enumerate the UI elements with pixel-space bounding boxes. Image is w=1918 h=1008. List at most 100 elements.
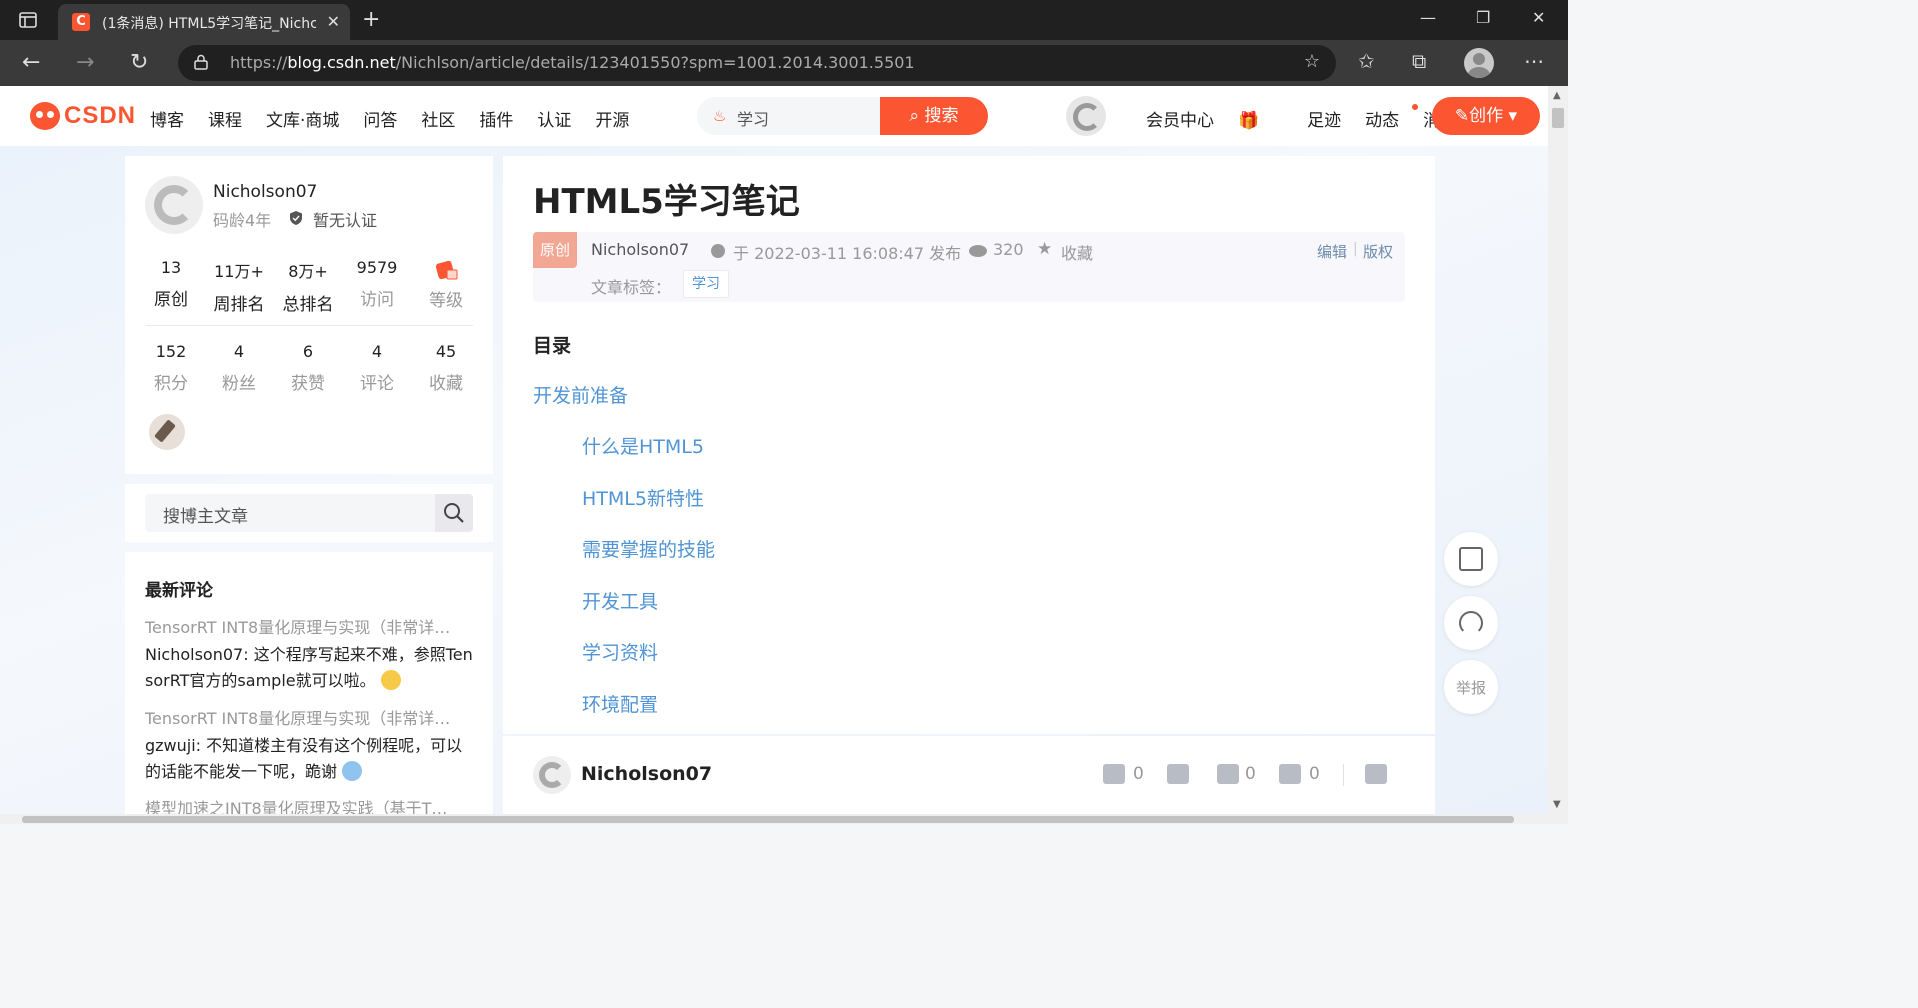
member-center-link[interactable]: 会员中心 🎁 — [1146, 106, 1283, 131]
comment-source-link[interactable]: 模型加速之INT8量化原理及实践（基于T… — [145, 795, 475, 814]
comment-source-link[interactable]: TensorRT INT8量化原理与实现（非常详… — [145, 705, 475, 729]
activity-link[interactable]: 动态 — [1365, 106, 1399, 131]
customer-service-button[interactable] — [1444, 596, 1498, 650]
stat-total-rank[interactable]: 8万+ 总排名 — [273, 258, 343, 315]
author-name[interactable]: Nicholson07 — [213, 182, 317, 202]
pen-icon: ✎ — [1454, 106, 1470, 126]
collections-icon[interactable]: ⧉ — [1412, 49, 1426, 73]
stat-label: 周排名 — [213, 295, 265, 315]
copyright-link[interactable]: 版权 — [1363, 241, 1393, 262]
profile-card: Nicholson07 码龄4年 暂无认证 13 原创 11万+ 周排名 8万+ 总排… — [125, 156, 493, 474]
url-input[interactable]: https://blog.csdn.net/Nichlson/article/d… — [178, 45, 1336, 81]
nav-item-blog[interactable]: 博客 — [150, 106, 184, 131]
stat-value: 9579 — [356, 258, 398, 277]
star-icon[interactable]: ★ — [1037, 239, 1052, 259]
level-icon — [435, 260, 458, 280]
lock-icon[interactable] — [194, 54, 208, 70]
edit-link[interactable]: 编辑 — [1317, 241, 1347, 262]
window-close-icon[interactable]: ✕ — [1532, 8, 1545, 27]
meta-author-link[interactable]: Nicholson07 — [591, 240, 689, 259]
browser-tab-bar: C (1条消息) HTML5学习笔记_Nichc ✕ + — ❐ ✕ — [0, 0, 1568, 40]
pen-badge-icon[interactable] — [149, 414, 185, 450]
plus-icon[interactable]: + — [362, 7, 380, 32]
author-avatar[interactable] — [145, 176, 203, 234]
toc-link[interactable]: HTML5新特性 — [582, 484, 704, 511]
profile-icon[interactable] — [1464, 48, 1494, 78]
search-button[interactable]: ⌕ 搜索 — [880, 97, 988, 135]
close-icon[interactable]: ✕ — [327, 12, 340, 31]
shield-icon — [290, 211, 302, 225]
horizontal-scrollbar[interactable] — [0, 814, 1548, 824]
write-note-button[interactable] — [1444, 532, 1498, 586]
site-header: CSDN 博客 课程 文库·商城 问答 社区 插件 认证 开源 ♨ 学习 ⌕ 搜… — [0, 86, 1548, 146]
blog-search-input[interactable]: 搜博主文章 — [145, 494, 435, 532]
stat-original[interactable]: 13 原创 — [136, 258, 206, 310]
toolbar-author-name[interactable]: Nicholson07 — [581, 763, 712, 785]
stat-label: 访问 — [360, 290, 394, 310]
avatar[interactable] — [533, 756, 571, 794]
toc-link[interactable]: 学习资料 — [582, 638, 658, 665]
thumbs-down-icon[interactable] — [1167, 764, 1189, 784]
like-count: 0 — [1133, 764, 1144, 784]
back-icon[interactable]: ← — [22, 50, 40, 75]
report-label: 举报 — [1455, 679, 1486, 697]
list-item: TensorRT INT8量化原理与实现（非常详… gzwuji: 不知道楼主有… — [145, 705, 475, 785]
vertical-scrollbar[interactable]: ▲ ▼ — [1548, 86, 1568, 824]
nav-item-certification[interactable]: 认证 — [537, 106, 571, 131]
refresh-icon[interactable]: ↻ — [130, 50, 148, 75]
toc-link[interactable]: 什么是HTML5 — [582, 432, 704, 459]
mascot-icon — [30, 102, 60, 130]
nav-item-library[interactable]: 文库·商城 — [266, 106, 339, 131]
nav-item-courses[interactable]: 课程 — [208, 106, 242, 131]
minimize-icon[interactable]: — — [1420, 8, 1436, 27]
stat-visits[interactable]: 9579 访问 — [342, 258, 412, 310]
stat-label: 等级 — [429, 291, 463, 311]
create-button[interactable]: ✎创作 ▾ — [1432, 97, 1540, 135]
stat-points[interactable]: 152 积分 — [136, 342, 206, 394]
toc-link[interactable]: 需要掌握的技能 — [582, 535, 715, 562]
article-tag[interactable]: 学习 — [683, 270, 729, 298]
stat-comments[interactable]: 4 评论 — [342, 342, 412, 394]
author-toolbar: Nicholson07 0 0 0 — [503, 736, 1435, 814]
csdn-favicon-icon: C — [72, 13, 90, 31]
favorite-count: 0 — [1309, 764, 1320, 784]
avatar[interactable] — [1066, 96, 1106, 136]
scroll-thumb[interactable] — [1552, 108, 1564, 128]
forward-icon[interactable]: → — [76, 50, 94, 75]
blog-search-button[interactable] — [435, 494, 473, 532]
share-icon[interactable] — [1365, 764, 1387, 784]
toc-link[interactable]: 开发工具 — [582, 587, 658, 614]
nav-item-opensource[interactable]: 开源 — [595, 106, 629, 131]
tags-label: 文章标签： — [591, 278, 672, 297]
favorite-link[interactable]: 收藏 — [1061, 240, 1093, 264]
stat-week-rank[interactable]: 11万+ 周排名 — [204, 258, 274, 315]
footprint-link[interactable]: 足迹 — [1307, 106, 1341, 131]
stat-level[interactable]: 等级 — [411, 258, 481, 311]
toc-link[interactable]: 环境配置 — [582, 690, 658, 717]
scroll-thumb[interactable] — [22, 816, 1514, 823]
comment-source-link[interactable]: TensorRT INT8量化原理与实现（非常详… — [145, 614, 475, 638]
nav-item-qa[interactable]: 问答 — [363, 106, 397, 131]
more-icon[interactable]: ⋯ — [1524, 49, 1544, 73]
report-button[interactable]: 举报 — [1444, 660, 1498, 714]
search-icon: ⌕ — [909, 106, 920, 126]
stat-likes[interactable]: 6 获赞 — [273, 342, 343, 394]
star-add-icon[interactable]: ☆ — [1304, 51, 1320, 72]
star-icon[interactable] — [1279, 764, 1301, 784]
scroll-down-icon[interactable]: ▼ — [1553, 799, 1561, 810]
search-input[interactable]: ♨ 学习 — [697, 97, 883, 135]
toc-link[interactable]: 开发前准备 — [533, 381, 628, 408]
search-button-label: 搜索 — [924, 106, 959, 126]
stat-fans[interactable]: 4 粉丝 — [204, 342, 274, 394]
nav-item-plugins[interactable]: 插件 — [479, 106, 513, 131]
restore-icon[interactable]: ❐ — [1476, 8, 1490, 27]
thumbs-up-icon[interactable] — [1103, 764, 1125, 784]
favorites-icon[interactable]: ✩ — [1358, 49, 1375, 73]
url-text: https://blog.csdn.net/Nichlson/article/d… — [230, 53, 915, 72]
nav-item-community[interactable]: 社区 — [421, 106, 455, 131]
browser-tab-active[interactable]: C (1条消息) HTML5学习笔记_Nichc ✕ — [58, 4, 350, 40]
scroll-up-icon[interactable]: ▲ — [1553, 90, 1561, 101]
tab-actions-icon[interactable] — [18, 10, 38, 30]
comment-icon[interactable] — [1217, 764, 1239, 784]
stat-favorites[interactable]: 45 收藏 — [411, 342, 481, 394]
